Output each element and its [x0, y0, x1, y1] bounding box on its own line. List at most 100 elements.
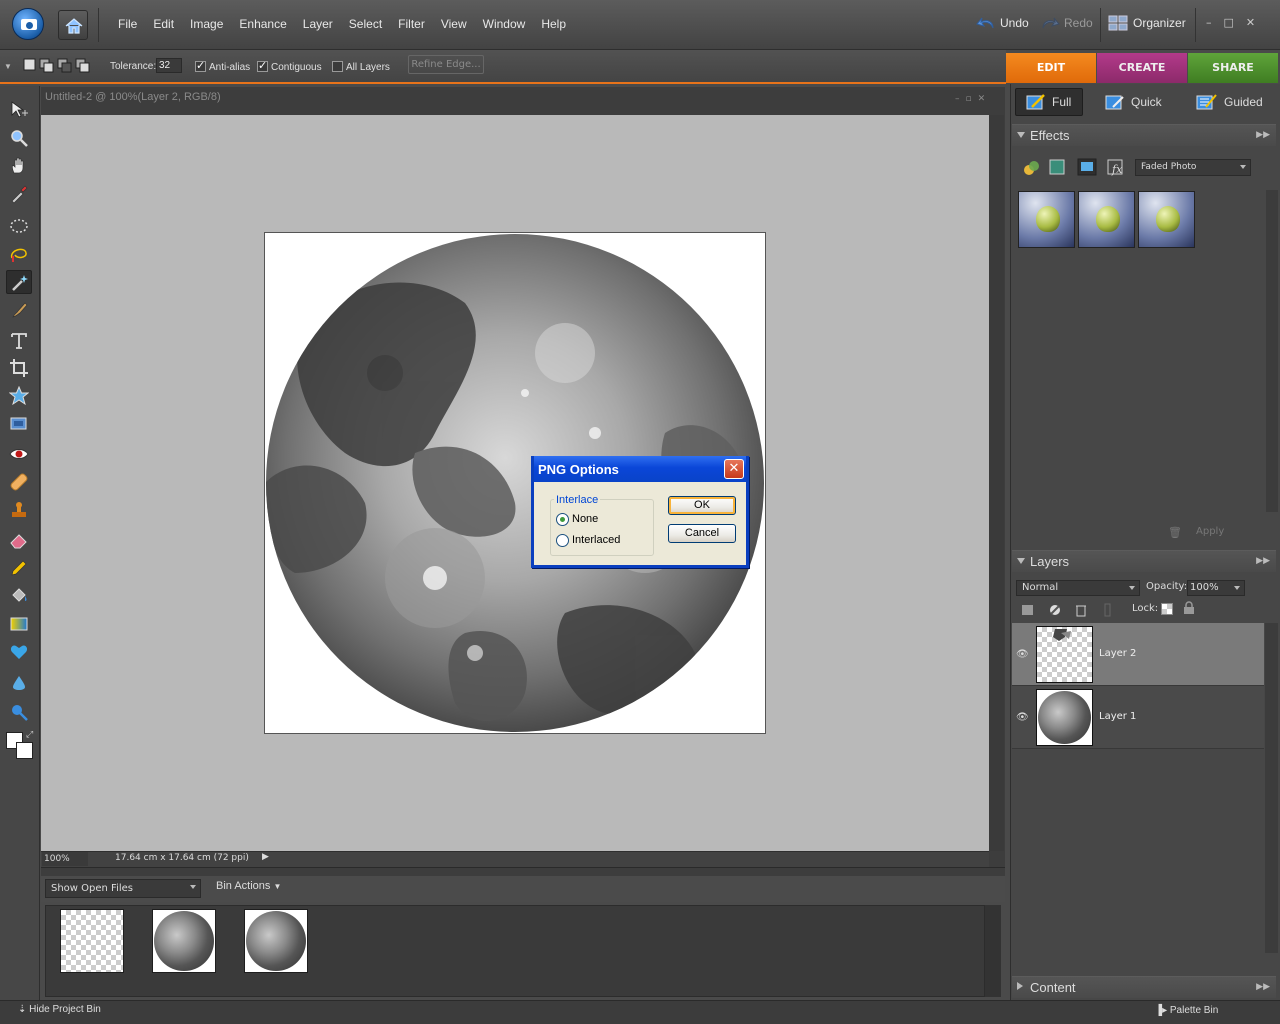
redo-button[interactable]: Redo	[1040, 16, 1093, 30]
sponge-tool-icon[interactable]	[6, 700, 32, 724]
bin-actions-menu[interactable]: Bin Actions ▼	[216, 880, 281, 892]
menu-image[interactable]: Image	[182, 17, 231, 31]
layers-scrollbar[interactable]	[1265, 623, 1278, 953]
minimize-icon[interactable]: –	[1206, 16, 1212, 29]
project-bin-scrollbar[interactable]	[985, 905, 1001, 997]
home-button[interactable]	[58, 10, 88, 40]
antialias-checkbox[interactable]: Anti-alias	[195, 59, 250, 73]
lock-transparency-icon[interactable]	[1161, 603, 1173, 615]
lock-icon[interactable]	[1182, 601, 1196, 615]
lasso-tool-icon[interactable]	[6, 242, 32, 266]
trash-icon[interactable]: 🗑	[1168, 526, 1182, 539]
all-layers-checkbox[interactable]: All Layers	[332, 61, 390, 73]
checkbox-checked-icon[interactable]	[195, 59, 206, 72]
background-color-swatch[interactable]	[16, 742, 33, 759]
organizer-button[interactable]: Organizer	[1108, 15, 1186, 31]
pencil-tool-icon[interactable]	[6, 556, 32, 580]
bin-thumbnail-moon[interactable]	[152, 909, 216, 973]
checkbox-checked-icon[interactable]	[257, 59, 268, 72]
ok-button[interactable]: OK	[668, 496, 736, 515]
layer-action-icons[interactable]	[1020, 602, 1120, 618]
red-eye-tool-icon[interactable]	[6, 442, 32, 466]
show-open-files-dropdown[interactable]: Show Open Files	[45, 879, 201, 898]
tolerance-input[interactable]: 32	[156, 58, 182, 73]
effect-thumbnail[interactable]	[1018, 191, 1075, 248]
visibility-eye-icon[interactable]: 👁	[1016, 649, 1029, 660]
tab-share[interactable]: SHARE	[1188, 53, 1278, 83]
effect-thumbnail[interactable]	[1078, 191, 1135, 248]
radio-none-label[interactable]: None	[572, 513, 598, 525]
swap-colors-icon[interactable]: ⤢	[26, 730, 33, 740]
checkbox-unchecked-icon[interactable]	[332, 61, 343, 72]
apply-button[interactable]: Apply	[1196, 526, 1224, 537]
tab-edit[interactable]: EDIT	[1006, 53, 1096, 83]
palette-bin-button[interactable]: ▐▸ Palette Bin	[1155, 1005, 1218, 1016]
effects-panel-header[interactable]: Effects ▶▶	[1012, 124, 1276, 146]
subtab-full[interactable]: Full	[1015, 88, 1083, 116]
menu-filter[interactable]: Filter	[390, 17, 433, 31]
radio-none[interactable]	[556, 513, 569, 526]
zoom-tool-icon[interactable]	[6, 126, 32, 150]
hand-tool-icon[interactable]	[6, 154, 32, 178]
effects-category-icons[interactable]: fx	[1020, 157, 1130, 179]
cookie-cutter-tool-icon[interactable]	[6, 384, 32, 408]
menu-window[interactable]: Window	[475, 17, 534, 31]
menu-select[interactable]: Select	[341, 17, 390, 31]
type-tool-icon[interactable]	[6, 328, 32, 352]
hide-project-bin-button[interactable]: ⇣ Hide Project Bin	[18, 1004, 101, 1015]
layer-row-layer-1[interactable]: 👁 Layer 1	[1012, 686, 1264, 749]
gradient-tool-icon[interactable]	[6, 612, 32, 636]
straighten-tool-icon[interactable]	[6, 412, 32, 436]
radio-interlaced[interactable]	[556, 534, 569, 547]
panel-menu-icon[interactable]: ▶▶	[1256, 129, 1270, 140]
move-tool-icon[interactable]	[6, 98, 32, 122]
status-menu-arrow-icon[interactable]: ▶	[262, 852, 269, 862]
subtab-quick[interactable]: Quick	[1105, 88, 1162, 116]
zoom-level-field[interactable]: 100%	[42, 852, 88, 866]
options-menu-arrow-icon[interactable]: ▼	[4, 62, 12, 71]
menu-help[interactable]: Help	[533, 17, 574, 31]
menu-view[interactable]: View	[433, 17, 475, 31]
effect-thumbnail[interactable]	[1138, 191, 1195, 248]
eyedropper-tool-icon[interactable]	[6, 182, 32, 206]
clone-stamp-tool-icon[interactable]	[6, 498, 32, 522]
maximize-icon[interactable]: □	[1224, 16, 1234, 29]
refine-edge-button[interactable]: Refine Edge...	[408, 55, 484, 74]
custom-shape-tool-icon[interactable]	[6, 640, 32, 664]
menu-enhance[interactable]: Enhance	[231, 17, 294, 31]
selection-brush-tool-icon[interactable]	[6, 298, 32, 322]
effects-filter-dropdown[interactable]: Faded Photo	[1135, 159, 1251, 176]
menu-file[interactable]: File	[110, 17, 145, 31]
bin-thumbnail-moon[interactable]	[244, 909, 308, 973]
content-panel-header[interactable]: Content ▶▶	[1012, 976, 1276, 998]
subtab-guided[interactable]: Guided	[1196, 88, 1263, 116]
crop-tool-icon[interactable]	[6, 356, 32, 380]
bin-thumbnail-transparent[interactable]	[60, 909, 124, 973]
document-window-controls[interactable]: –▫✕	[955, 94, 991, 104]
layer-row-layer-2[interactable]: 👁 Layer 2	[1012, 623, 1264, 686]
panel-menu-icon[interactable]: ▶▶	[1256, 981, 1270, 992]
app-logo-icon[interactable]	[12, 8, 44, 40]
visibility-eye-icon[interactable]: 👁	[1016, 712, 1029, 723]
panel-menu-icon[interactable]: ▶▶	[1256, 555, 1270, 566]
layers-panel-header[interactable]: Layers ▶▶	[1012, 550, 1276, 572]
blur-tool-icon[interactable]	[6, 672, 32, 696]
paint-bucket-tool-icon[interactable]	[6, 584, 32, 608]
eraser-tool-icon[interactable]	[6, 528, 32, 552]
cancel-button[interactable]: Cancel	[668, 524, 736, 543]
radio-interlaced-label[interactable]: Interlaced	[572, 534, 620, 546]
healing-brush-tool-icon[interactable]	[6, 470, 32, 494]
selection-mode-icons[interactable]	[22, 57, 92, 73]
menu-layer[interactable]: Layer	[295, 17, 341, 31]
opacity-field[interactable]: 100%	[1187, 580, 1245, 596]
undo-button[interactable]: Undo	[976, 16, 1029, 30]
tolerance-value[interactable]: 32	[156, 58, 182, 73]
magic-wand-tool-icon[interactable]	[6, 270, 32, 294]
menu-edit[interactable]: Edit	[145, 17, 182, 31]
close-icon[interactable]: ✕	[1246, 16, 1255, 29]
contiguous-checkbox[interactable]: Contiguous	[257, 59, 322, 73]
canvas-vertical-scrollbar[interactable]	[989, 115, 1004, 851]
project-bin-splitter[interactable]	[41, 867, 1005, 876]
dialog-close-button[interactable]: ✕	[724, 459, 744, 479]
tab-create[interactable]: CREATE	[1097, 53, 1187, 83]
